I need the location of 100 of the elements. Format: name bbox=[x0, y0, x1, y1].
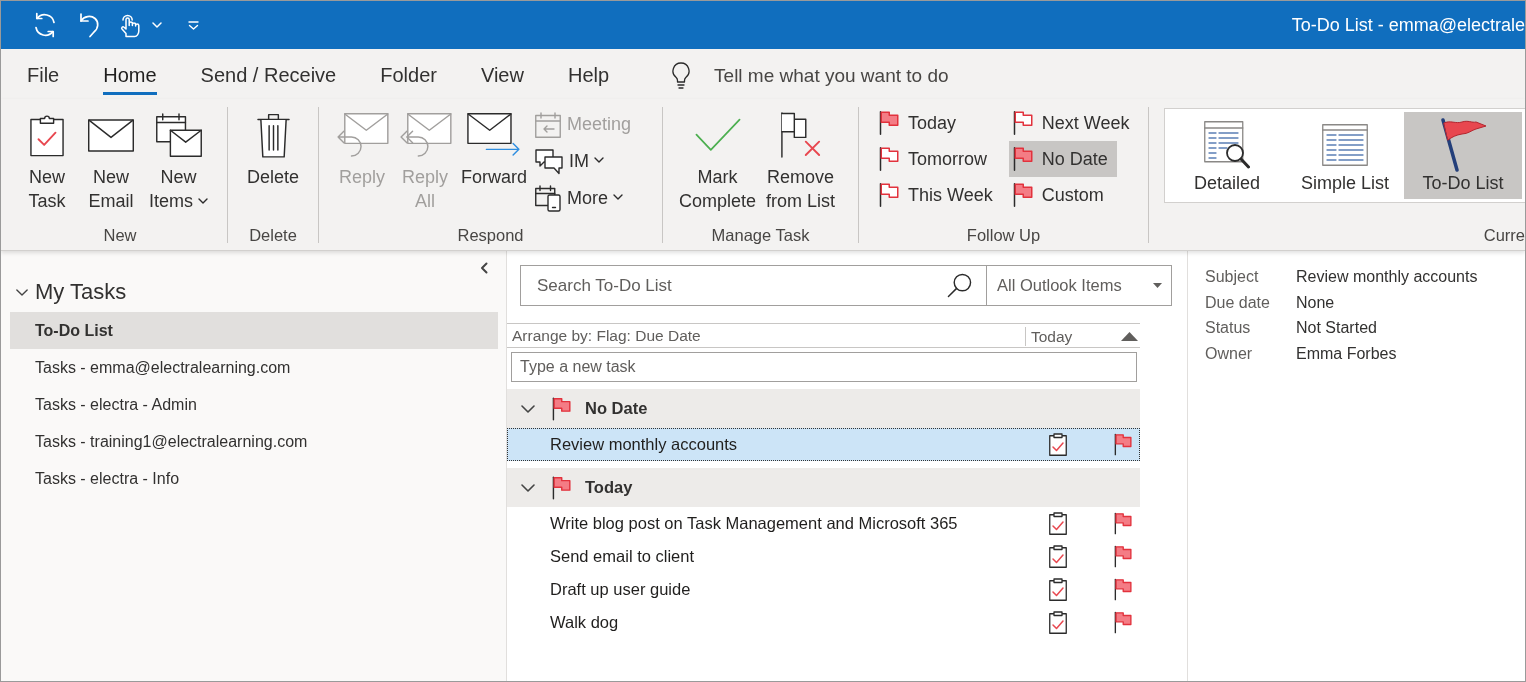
calendar-phone-icon bbox=[535, 185, 561, 212]
field-value: Not Started bbox=[1296, 318, 1378, 338]
follow-up-button[interactable]: Today bbox=[875, 105, 966, 141]
ribbon-button[interactable]: Delete bbox=[243, 105, 303, 189]
arrange-by-header[interactable]: Arrange by: Flag: Due Date bbox=[507, 324, 1025, 347]
clipboard-check-icon bbox=[1049, 545, 1067, 568]
folder-group-header[interactable]: My Tasks bbox=[10, 277, 127, 307]
follow-up-button[interactable]: No Date bbox=[1008, 141, 1117, 177]
field-value: None bbox=[1296, 292, 1336, 313]
group-label: Follow Up bbox=[966, 225, 1041, 246]
view-option[interactable]: To-Do List bbox=[1404, 112, 1522, 199]
flag-icon bbox=[879, 147, 899, 171]
task-row[interactable]: Walk dog bbox=[507, 606, 1140, 639]
ribbon-button[interactable]: Remove from List bbox=[762, 105, 840, 213]
ribbon-button[interactable]: IM bbox=[532, 143, 635, 180]
flag-icon bbox=[552, 475, 571, 500]
view-option[interactable]: Simple List bbox=[1286, 112, 1404, 199]
simple-list-icon bbox=[1322, 124, 1368, 166]
caret-icon[interactable] bbox=[152, 22, 162, 28]
flag-icon bbox=[879, 111, 899, 135]
search-field[interactable]: Search To-Do List bbox=[520, 265, 986, 306]
chat-bubbles-icon bbox=[535, 148, 563, 175]
clipboard-check-icon bbox=[1049, 611, 1067, 634]
chevron-left-icon[interactable] bbox=[480, 262, 488, 274]
customize-icon[interactable] bbox=[188, 20, 199, 30]
field-label: Due date bbox=[1205, 292, 1271, 313]
group-label: Delete bbox=[249, 225, 297, 246]
field-label: Owner bbox=[1205, 343, 1254, 364]
task-subject: Draft up user guide bbox=[550, 580, 692, 599]
flag-icon bbox=[879, 183, 899, 207]
ribbon-tab[interactable]: View bbox=[480, 59, 524, 95]
task-group-header[interactable]: Today bbox=[507, 468, 1140, 507]
group-label: Curre bbox=[1483, 225, 1525, 246]
follow-up-button[interactable]: Custom bbox=[1008, 177, 1113, 213]
task-row[interactable]: Send email to client bbox=[507, 540, 1140, 573]
pennant-flag-icon bbox=[1439, 118, 1487, 172]
chevron-down-icon[interactable] bbox=[521, 483, 535, 492]
trash-icon bbox=[256, 112, 290, 158]
chevron-down-icon[interactable] bbox=[16, 288, 28, 296]
forward-envelope-icon bbox=[467, 113, 521, 157]
task-group-header[interactable]: No Date bbox=[507, 389, 1140, 428]
nav-item[interactable]: Tasks - emma@electralearning.com bbox=[10, 349, 498, 386]
follow-up-button[interactable]: This Week bbox=[875, 177, 1002, 213]
tell-me-field[interactable]: Tell me what you want to do bbox=[714, 64, 1015, 87]
task-subject: Review monthly accounts bbox=[550, 435, 739, 454]
flag-icon bbox=[1012, 147, 1033, 171]
sort-column-header[interactable]: Today bbox=[1025, 327, 1140, 346]
flag-icon bbox=[1012, 111, 1033, 135]
clipboard-check-icon bbox=[1049, 578, 1067, 601]
group-title: No Date bbox=[585, 399, 648, 418]
group-label: Manage Task bbox=[711, 225, 810, 246]
ribbon-tab[interactable]: Home bbox=[103, 59, 157, 95]
scope-dropdown[interactable]: All Outlook Items bbox=[986, 265, 1172, 306]
task-subject: Send email to client bbox=[550, 547, 695, 566]
nav-item[interactable]: To-Do List bbox=[10, 312, 498, 349]
ribbon-button[interactable]: Forward bbox=[457, 105, 531, 189]
task-row[interactable]: Review monthly accounts bbox=[507, 428, 1140, 461]
calendar-envelope-icon bbox=[155, 113, 202, 157]
field-label: Subject bbox=[1205, 267, 1260, 287]
view-option[interactable]: Detailed bbox=[1168, 112, 1286, 199]
flag-icon bbox=[552, 396, 571, 421]
ribbon-button[interactable]: New Items bbox=[145, 105, 212, 213]
field-value: Review monthly accounts bbox=[1296, 267, 1478, 287]
task-subject: Write blog post on Task Management and Microsoft 365 bbox=[550, 514, 959, 533]
new-task-field[interactable]: Type a new task bbox=[511, 352, 1137, 382]
touch-hand-icon[interactable] bbox=[118, 12, 140, 38]
sort-up-icon bbox=[1121, 332, 1138, 341]
ribbon-button[interactable]: New Email bbox=[81, 105, 141, 213]
group-label: Respond bbox=[457, 225, 524, 246]
clipboard-check-icon bbox=[30, 113, 64, 157]
follow-up-button[interactable]: Next Week bbox=[1008, 105, 1139, 141]
ribbon-button[interactable]: New Task bbox=[17, 105, 77, 213]
envelope-icon bbox=[88, 118, 134, 152]
flag-remove-icon bbox=[779, 112, 822, 158]
search-icon bbox=[947, 273, 972, 298]
sync-icon[interactable] bbox=[32, 12, 58, 38]
caret-icon bbox=[198, 197, 208, 204]
nav-item[interactable]: Tasks - electra - Admin bbox=[10, 386, 498, 423]
clipboard-check-icon bbox=[1049, 433, 1067, 456]
chevron-down-icon[interactable] bbox=[521, 404, 535, 413]
flag-icon bbox=[1114, 512, 1132, 535]
task-subject: Walk dog bbox=[550, 613, 620, 632]
ribbon-button[interactable]: More bbox=[532, 180, 635, 217]
ribbon-tab[interactable]: File bbox=[27, 59, 60, 95]
flag-icon bbox=[1114, 611, 1132, 634]
flag-icon bbox=[1012, 183, 1033, 207]
field-value: Emma Forbes bbox=[1296, 343, 1398, 364]
reply-all-envelope-icon bbox=[398, 113, 452, 157]
ribbon-button[interactable]: Mark Complete bbox=[675, 105, 761, 213]
ribbon-tab[interactable]: Send / Receive bbox=[200, 59, 337, 95]
ribbon-tab[interactable]: Help bbox=[567, 59, 610, 95]
task-row[interactable]: Draft up user guide bbox=[507, 573, 1140, 606]
nav-item[interactable]: Tasks - training1@electralearning.com bbox=[10, 423, 498, 460]
follow-up-button[interactable]: Tomorrow bbox=[875, 141, 996, 177]
field-label: Status bbox=[1205, 318, 1252, 338]
task-row[interactable]: Write blog post on Task Management and Microsoft 365 bbox=[507, 507, 1140, 540]
flag-icon bbox=[1114, 578, 1132, 601]
flag-icon bbox=[1114, 545, 1132, 568]
ribbon-tab[interactable]: Folder bbox=[380, 59, 437, 95]
nav-item[interactable]: Tasks - electra - Info bbox=[10, 460, 498, 497]
